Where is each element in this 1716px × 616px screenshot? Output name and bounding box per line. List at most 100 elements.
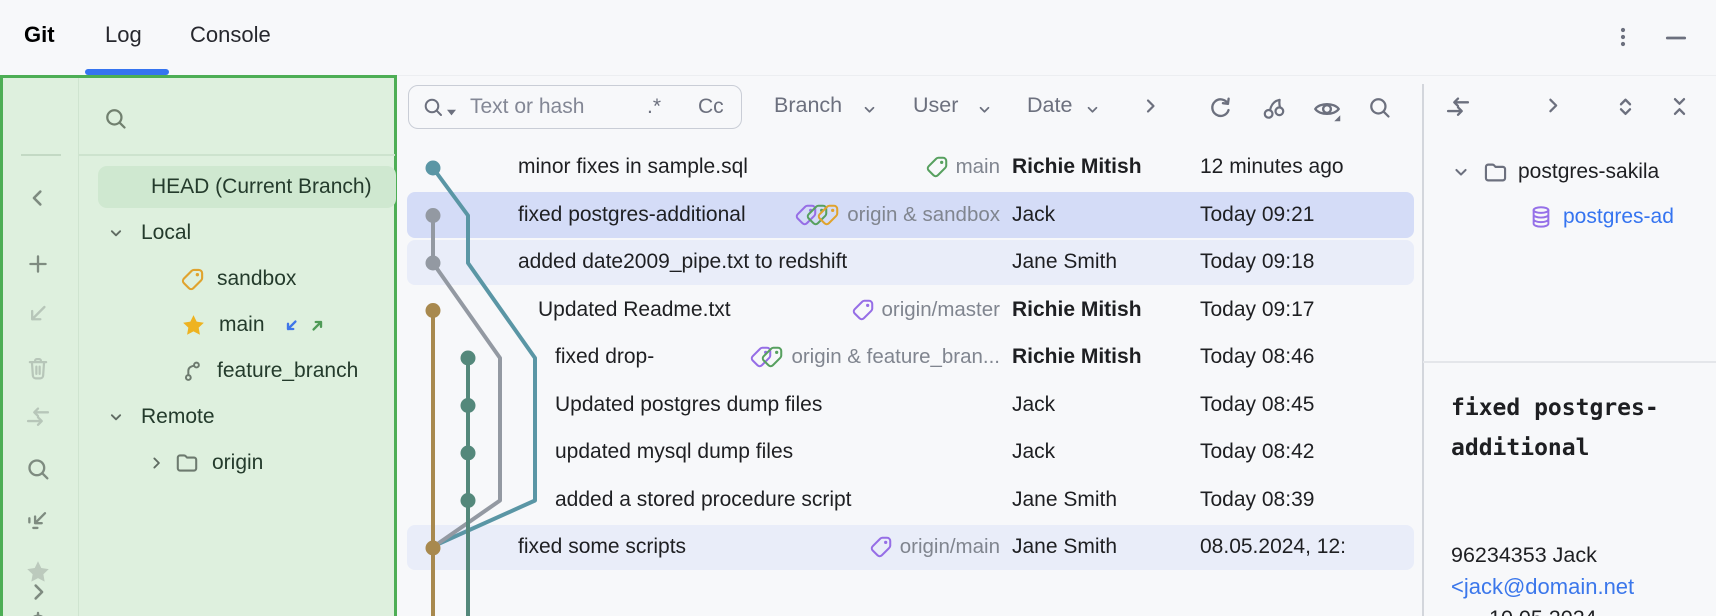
chevron-right-icon[interactable] bbox=[146, 453, 166, 473]
branch-item-feature_branch[interactable]: feature_branch bbox=[82, 348, 397, 394]
tool-window-header: Git Log Console bbox=[0, 0, 1716, 75]
branch-group-local[interactable]: Local bbox=[82, 210, 397, 256]
commit-row[interactable]: updated mysql dump filesJackToday 08:42 bbox=[400, 429, 1422, 477]
tree-divider bbox=[79, 154, 395, 156]
commit-refs: origin/main bbox=[869, 524, 1000, 572]
commit-row[interactable]: fixed some scriptsorigin/mainJane Smith0… bbox=[400, 524, 1422, 572]
commit-message: Updated postgres dump files bbox=[555, 381, 822, 429]
panel-divider bbox=[1422, 84, 1424, 616]
tag-icon bbox=[869, 535, 893, 559]
cherry-pick-icon[interactable] bbox=[1260, 94, 1288, 122]
expand-right-icon[interactable] bbox=[24, 578, 52, 606]
commit-message: Updated Readme.txt bbox=[538, 286, 731, 334]
collapse-left-icon[interactable] bbox=[24, 184, 52, 212]
chevron-down-icon bbox=[447, 108, 456, 117]
chevron-down-icon[interactable] bbox=[106, 407, 126, 427]
filter-branch[interactable]: Branch bbox=[774, 93, 842, 118]
branch-item-head[interactable]: HEAD (Current Branch) bbox=[82, 164, 397, 210]
tab-log[interactable]: Log bbox=[105, 22, 142, 48]
eye-view-options-icon[interactable] bbox=[1312, 94, 1342, 124]
chevron-down-icon bbox=[860, 100, 879, 119]
strip-divider bbox=[21, 154, 61, 156]
delete-icon[interactable] bbox=[24, 354, 52, 382]
search-icon[interactable] bbox=[102, 105, 129, 132]
commit-message: added date2009_pipe.txt to redshift bbox=[518, 239, 847, 287]
branch-item-label: HEAD (Current Branch) bbox=[151, 175, 375, 199]
tag-icon bbox=[180, 267, 205, 292]
commit-row[interactable]: Updated postgres dump filesJackToday 08:… bbox=[400, 381, 1422, 429]
refresh-icon[interactable] bbox=[1206, 94, 1234, 122]
kebab-menu-icon[interactable] bbox=[1611, 25, 1635, 49]
branch-tree: HEAD (Current Branch) Local sandbox main fe… bbox=[82, 164, 397, 486]
header-separator bbox=[397, 75, 1716, 76]
commit-search-field[interactable]: Text or hash .* Cc bbox=[408, 85, 742, 129]
commit-row[interactable]: fixed postgres-additional origin & sandbo… bbox=[400, 191, 1422, 239]
branch-item-sandbox[interactable]: sandbox bbox=[82, 256, 397, 302]
commit-refs: origin & sandbox bbox=[794, 191, 1000, 239]
search-icon[interactable] bbox=[24, 455, 52, 483]
regex-toggle[interactable]: .* bbox=[647, 95, 661, 119]
commit-date: Today 08:42 bbox=[1200, 429, 1398, 477]
commit-message: fixed some scripts bbox=[518, 524, 686, 572]
branch-icon bbox=[180, 359, 205, 384]
file-tree-row[interactable]: postgres-sakila bbox=[1450, 150, 1706, 194]
ref-label: main bbox=[956, 155, 1000, 179]
ref-label: origin/master bbox=[882, 298, 1001, 322]
file-tree-row[interactable]: postgres-ad bbox=[1528, 195, 1711, 239]
tag-icon bbox=[925, 155, 949, 179]
ref-label: origin & feature_bran... bbox=[791, 345, 1000, 369]
commit-author: Richie Mitish bbox=[1012, 144, 1194, 192]
add-icon[interactable] bbox=[24, 250, 52, 278]
commit-row[interactable]: minor fixes in sample.sqlmainRichie Miti… bbox=[400, 144, 1422, 192]
commit-date: Today 08:46 bbox=[1200, 334, 1398, 382]
tab-console[interactable]: Console bbox=[190, 22, 271, 48]
update-icon[interactable] bbox=[24, 300, 52, 328]
match-case-toggle[interactable]: Cc bbox=[698, 95, 724, 119]
database-icon bbox=[1528, 204, 1554, 230]
search-icon[interactable] bbox=[421, 95, 445, 119]
commit-date: Today 08:39 bbox=[1200, 476, 1398, 524]
compare-refs-icon[interactable] bbox=[1444, 93, 1472, 121]
expand-all-icon[interactable] bbox=[1612, 93, 1639, 120]
collapse-all-icon[interactable] bbox=[1666, 93, 1693, 120]
locate-icon[interactable] bbox=[24, 610, 52, 616]
branch-item-main[interactable]: main bbox=[82, 302, 397, 348]
commit-message: added a stored procedure script bbox=[555, 476, 852, 524]
strip-divider-vertical bbox=[78, 78, 79, 616]
commit-date: Today 09:17 bbox=[1200, 286, 1398, 334]
commit-author: Jack bbox=[1012, 191, 1194, 239]
details-divider bbox=[1423, 361, 1716, 363]
tag-icon bbox=[816, 203, 840, 227]
branch-item-label: main bbox=[219, 313, 265, 337]
commit-date: 08.05.2024, 12: bbox=[1200, 524, 1398, 572]
commit-row[interactable]: fixed drop-origin & feature_bran...Richi… bbox=[400, 334, 1422, 382]
outgoing-commits-icon bbox=[307, 315, 328, 336]
chevron-down-icon bbox=[975, 100, 994, 119]
tag-icon bbox=[760, 345, 784, 369]
compare-refs-icon[interactable] bbox=[24, 403, 52, 431]
minimize-icon[interactable] bbox=[1663, 25, 1689, 51]
branch-item-label: sandbox bbox=[217, 267, 296, 291]
chevron-right-icon[interactable] bbox=[1138, 94, 1162, 118]
commit-date: Today 09:18 bbox=[1200, 239, 1398, 287]
commit-message: fixed drop- bbox=[555, 334, 654, 382]
filter-date[interactable]: Date bbox=[1027, 93, 1072, 118]
commit-message: fixed postgres-additional bbox=[518, 191, 746, 239]
search-icon[interactable] bbox=[1366, 94, 1393, 121]
chevron-down-icon[interactable] bbox=[1450, 161, 1472, 183]
commit-row[interactable]: added date2009_pipe.txt to redshiftJane … bbox=[400, 239, 1422, 287]
commit-row[interactable]: Updated Readme.txtorigin/masterRichie Mi… bbox=[400, 286, 1422, 334]
chevron-right-icon[interactable] bbox=[1540, 93, 1565, 118]
fit-content-icon[interactable] bbox=[24, 506, 52, 534]
chevron-down-icon[interactable] bbox=[106, 223, 126, 243]
filter-user[interactable]: User bbox=[913, 93, 958, 118]
commit-date: 12 minutes ago bbox=[1200, 144, 1398, 192]
branch-item-origin[interactable]: origin bbox=[82, 440, 397, 486]
git-tool-window: Git Log Console HEAD (Current Branch) Lo… bbox=[0, 0, 1716, 616]
commit-date: Today 08:45 bbox=[1200, 381, 1398, 429]
commit-author-email-link[interactable]: <jack@domain.net bbox=[1451, 574, 1634, 600]
commit-hash-author: 96234353 Jack bbox=[1451, 543, 1597, 568]
commit-row[interactable]: added a stored procedure scriptJane Smit… bbox=[400, 476, 1422, 524]
branch-group-remote[interactable]: Remote bbox=[82, 394, 397, 440]
file-name: postgres-ad bbox=[1563, 205, 1711, 229]
